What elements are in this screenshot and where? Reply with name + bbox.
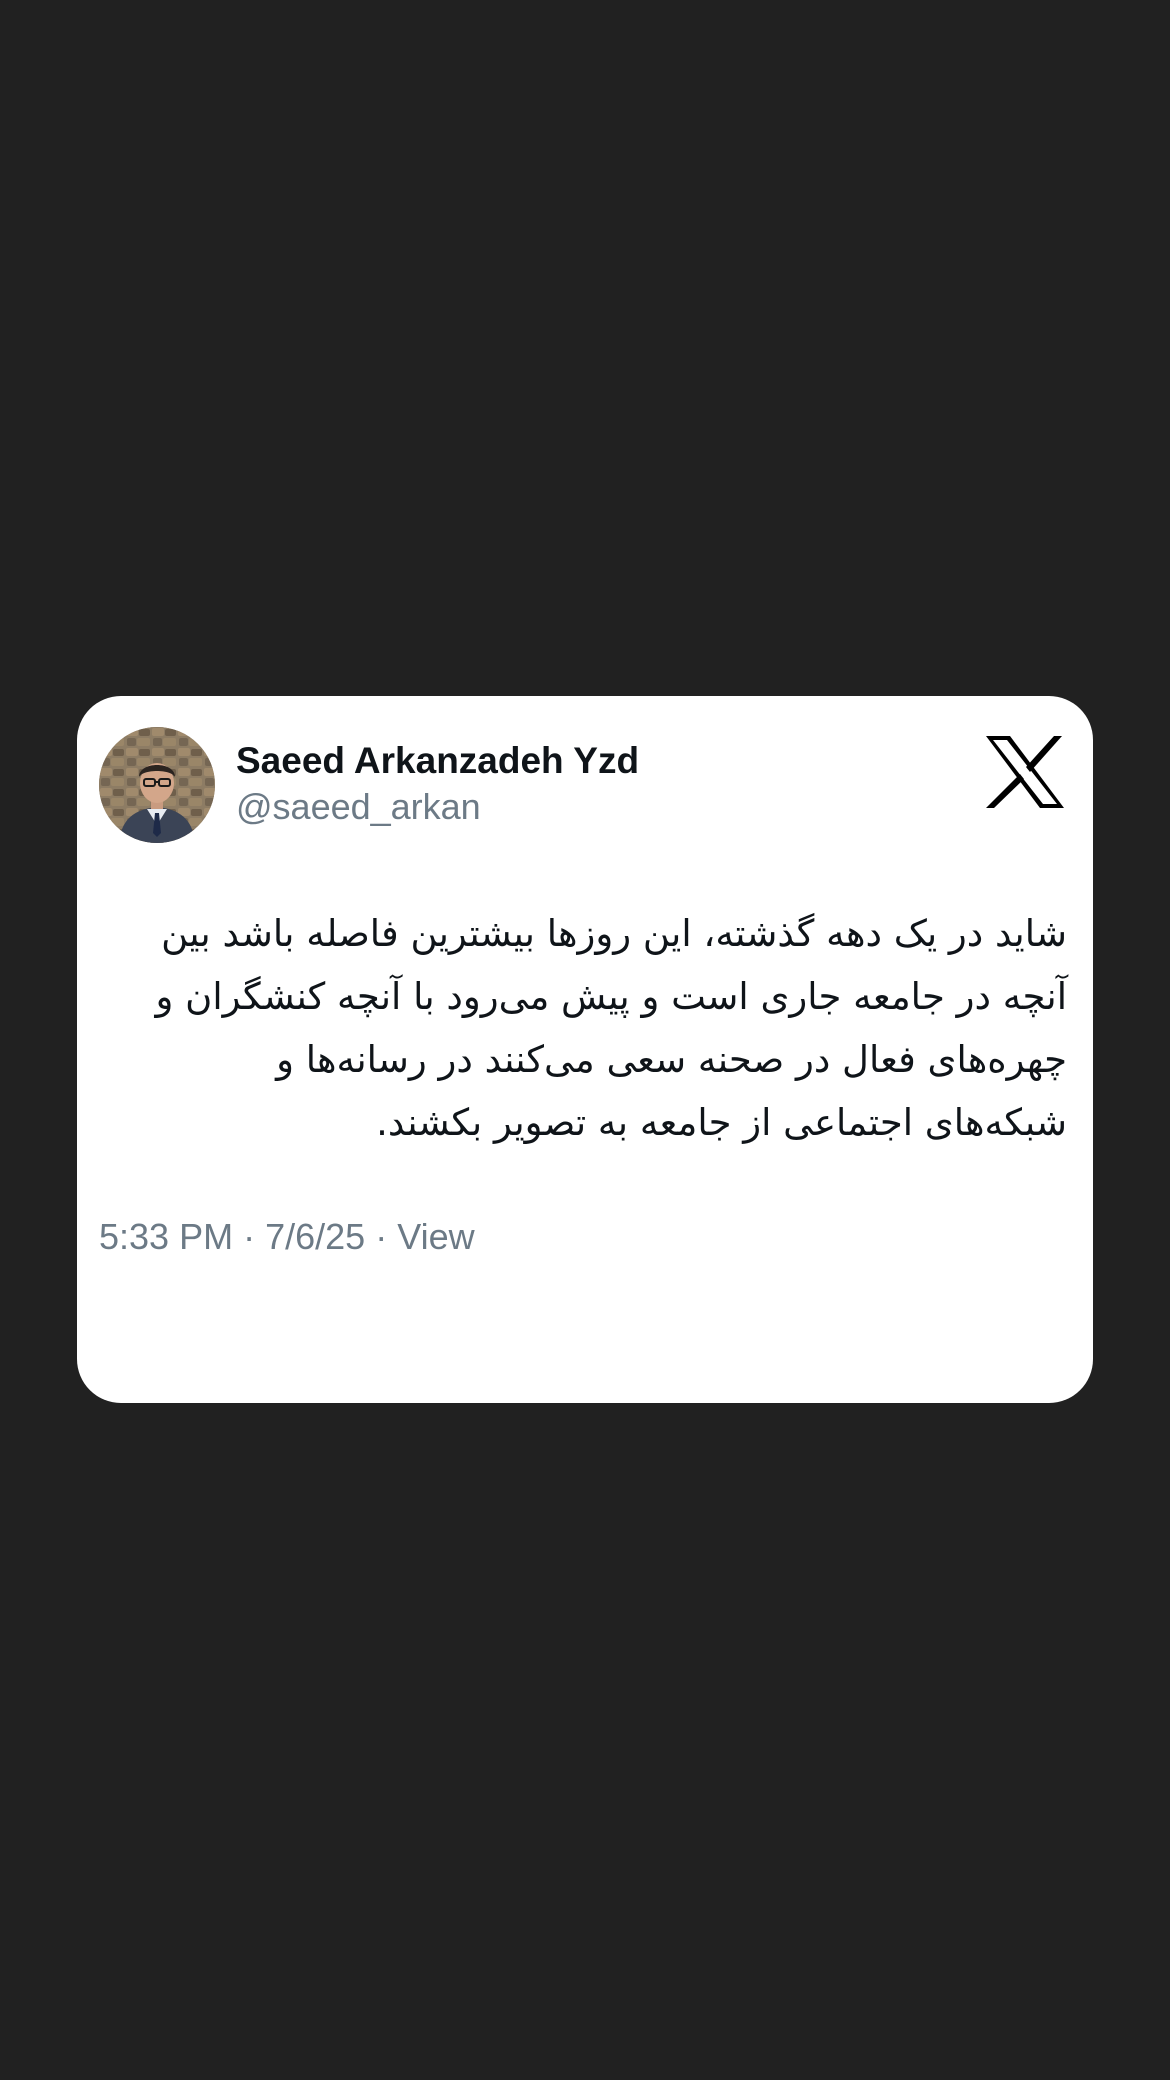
tweet-text: شاید در یک دهه گذشته، این روزها بیشترین … [155, 912, 1067, 1144]
meta-separator: · [243, 1216, 256, 1257]
tweet-metadata: 5:33 PM · 7/6/25 · View [99, 1216, 475, 1258]
meta-separator: · [375, 1216, 388, 1257]
x-logo-icon [984, 734, 1066, 810]
tweet-date: 7/6/25 [265, 1216, 366, 1257]
tweet-card: Saeed Arkanzadeh Yzd @saeed_arkan شاید د… [77, 696, 1093, 1403]
view-link[interactable]: View [397, 1216, 474, 1257]
avatar[interactable] [99, 727, 215, 843]
author-name[interactable]: Saeed Arkanzadeh Yzd [236, 740, 639, 782]
author-handle[interactable]: @saeed_arkan [236, 786, 481, 828]
avatar-photo [99, 727, 215, 843]
tweet-time: 5:33 PM [99, 1216, 234, 1257]
